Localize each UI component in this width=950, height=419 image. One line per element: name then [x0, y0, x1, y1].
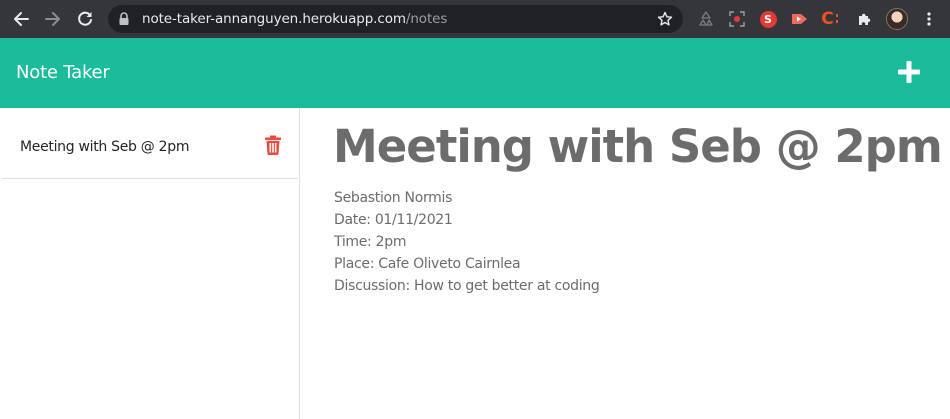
puzzle-icon[interactable]	[855, 9, 875, 29]
delete-note-button[interactable]	[264, 135, 282, 155]
s-extension-label: S	[759, 10, 777, 28]
profile-avatar[interactable]	[886, 8, 908, 30]
notes-list: Meeting with Seb @ 2pm	[0, 108, 300, 419]
note-textarea[interactable]: Sebastion Normis Date: 01/11/2021 Time: …	[334, 187, 894, 297]
kebab-menu-icon[interactable]	[919, 9, 939, 29]
reload-icon	[78, 11, 92, 26]
browser-toolbar: note-taker-annanguyen.herokuapp.com/note…	[0, 0, 950, 38]
video-extension-icon[interactable]	[790, 9, 810, 29]
address-bar[interactable]: note-taker-annanguyen.herokuapp.com/note…	[108, 5, 683, 33]
app-navbar: Note Taker	[0, 38, 950, 108]
reload-button[interactable]	[73, 7, 97, 31]
navbar-brand[interactable]: Note Taker	[16, 62, 110, 84]
note-text-line: Discussion: How to get better at coding	[334, 278, 600, 294]
list-item[interactable]: Meeting with Seb @ 2pm	[2, 116, 298, 179]
star-icon[interactable]	[657, 11, 673, 27]
screen-record-extension-icon[interactable]	[727, 9, 747, 29]
arrow-right-icon	[45, 12, 60, 26]
c-extension-icon[interactable]: C	[820, 9, 840, 29]
url-path: /notes	[405, 11, 448, 27]
c-extension-label: C	[821, 9, 834, 29]
forward-button[interactable]	[41, 7, 65, 31]
note-text-line: Place: Cafe Oliveto Cairnlea	[334, 256, 521, 272]
back-button[interactable]	[9, 7, 33, 31]
url-text: note-taker-annanguyen.herokuapp.com/note…	[142, 11, 447, 27]
note-title[interactable]: Meeting with Seb @ 2pm	[333, 119, 943, 175]
s-extension-icon[interactable]: S	[758, 9, 778, 29]
lock-icon	[119, 12, 129, 25]
note-text-line: Time: 2pm	[334, 234, 407, 250]
plus-icon	[898, 61, 920, 83]
new-note-button[interactable]	[896, 59, 922, 85]
arrow-left-icon	[14, 12, 29, 26]
recycle-extension-icon[interactable]	[696, 9, 716, 29]
note-text-line: Sebastion Normis	[334, 190, 453, 206]
note-item-title[interactable]: Meeting with Seb @ 2pm	[20, 139, 189, 156]
note-text-line: Date: 01/11/2021	[334, 212, 453, 228]
trash-icon	[265, 135, 281, 155]
url-host: note-taker-annanguyen.herokuapp.com	[142, 11, 406, 27]
